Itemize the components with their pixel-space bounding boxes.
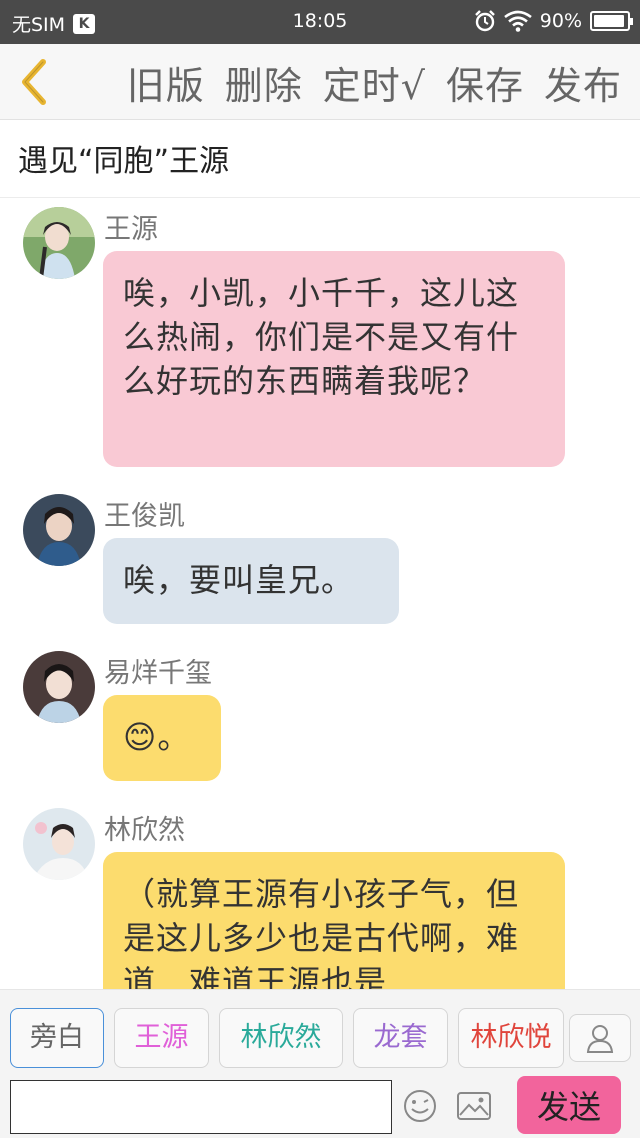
input-bar: 发送	[0, 1074, 640, 1138]
role-tab-wang-yuan[interactable]: 王源	[114, 1008, 209, 1068]
schedule-button[interactable]: 定时√	[323, 55, 426, 110]
wifi-icon	[503, 10, 532, 32]
role-tab-lin-xinran[interactable]: 林欣然	[219, 1008, 343, 1068]
sender-name: 易烊千玺	[104, 658, 212, 689]
role-tab-lin-xinyue[interactable]: 林欣悦	[458, 1008, 564, 1068]
avatar[interactable]	[23, 494, 95, 566]
chat-area[interactable]: 王源 唉，小凯，小千千，这儿这么热闹，你们是不是又有什么好玩的东西瞒着我呢？ 王…	[0, 199, 640, 989]
publish-button[interactable]: 发布	[544, 55, 622, 110]
smiley-icon	[404, 1090, 436, 1122]
chevron-left-icon	[22, 59, 46, 105]
send-button[interactable]: 发送	[517, 1076, 621, 1134]
save-button[interactable]: 保存	[446, 55, 524, 110]
alarm-icon	[474, 10, 495, 32]
status-right: 90%	[474, 10, 633, 32]
message-input[interactable]	[10, 1080, 392, 1134]
role-selector: 旁白 王源 林欣然 龙套 林欣悦	[0, 989, 640, 1074]
status-bar: 无SIM K 18:05 90%	[0, 0, 640, 44]
role-tab-extra[interactable]: 龙套	[353, 1008, 448, 1068]
role-tab-narrator[interactable]: 旁白	[10, 1008, 104, 1068]
story-title-row: 遇见“同胞”王源	[0, 120, 640, 198]
old-version-button[interactable]: 旧版	[127, 55, 205, 110]
back-button[interactable]	[14, 56, 54, 108]
message-bubble[interactable]: （就算王源有小孩子气，但是这儿多少也是古代啊，难道…难道王源也是	[103, 852, 565, 989]
sender-name: 王源	[104, 214, 158, 245]
sender-name: 林欣然	[104, 815, 185, 846]
add-role-button[interactable]	[569, 1014, 631, 1062]
battery-percent: 90%	[539, 10, 582, 32]
battery-fill	[594, 15, 625, 27]
toolbar-actions: 旧版 删除 定时√ 保存 发布	[127, 44, 622, 120]
avatar[interactable]	[23, 207, 95, 279]
message-bubble[interactable]: 唉，小凯，小千千，这儿这么热闹，你们是不是又有什么好玩的东西瞒着我呢？	[103, 251, 565, 467]
emoji-button[interactable]	[402, 1088, 438, 1124]
person-icon	[586, 1025, 614, 1053]
top-toolbar: 旧版 删除 定时√ 保存 发布	[0, 44, 640, 120]
message-bubble[interactable]: 唉，要叫皇兄。	[103, 538, 399, 624]
message-bubble[interactable]: 😊。	[103, 695, 221, 781]
story-title[interactable]: 遇见“同胞”王源	[18, 136, 229, 180]
delete-button[interactable]: 删除	[225, 55, 303, 110]
avatar[interactable]	[23, 651, 95, 723]
avatar[interactable]	[23, 808, 95, 880]
sender-name: 王俊凯	[104, 501, 185, 532]
battery-icon	[590, 11, 633, 31]
image-icon	[457, 1092, 491, 1120]
image-button[interactable]	[456, 1090, 492, 1122]
